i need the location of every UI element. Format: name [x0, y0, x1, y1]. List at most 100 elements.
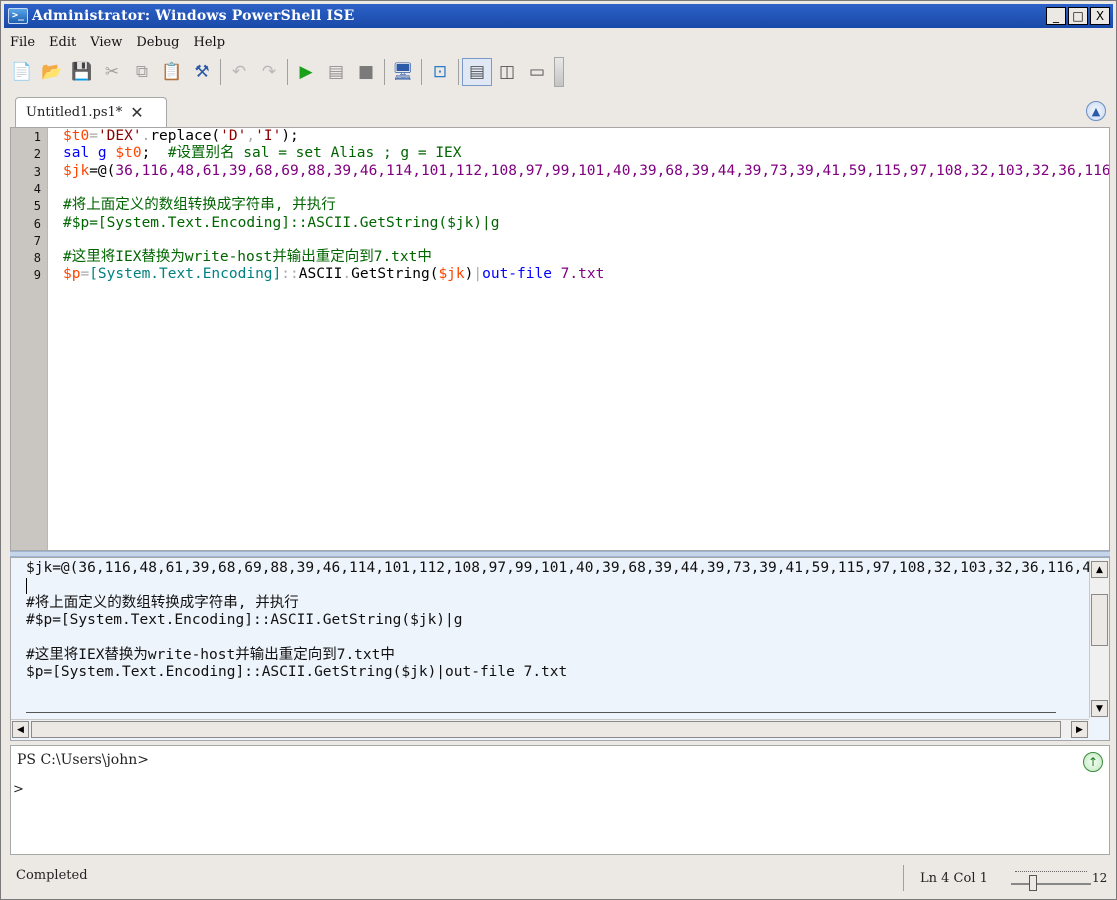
output-pane[interactable]: $jk=@(36,116,48,61,39,68,69,88,39,46,114… [10, 557, 1110, 741]
code-token: replace( [150, 128, 221, 144]
scroll-left-arrow-icon[interactable]: ◀ [12, 721, 29, 738]
scroll-down-arrow-icon[interactable]: ▼ [1091, 700, 1108, 717]
show-command-pane-icon[interactable]: ↑ [1083, 752, 1103, 772]
output-vertical-scrollbar[interactable]: ▲ ▼ [1089, 560, 1109, 718]
zoom-track-line [1011, 883, 1091, 885]
powershell-ise-window: > _ Administrator: Windows PowerShell ISE… [0, 0, 1117, 900]
zoom-slider-thumb[interactable] [1029, 875, 1037, 891]
code-token: = [89, 128, 98, 144]
toolbar: 📄 📂 💾 ✂ ⧉ 📋 ⚒ ↶ ↷ ▶ ▤ ■ 🖥 ⊡ ▤ ◫ ▭ [7, 55, 1112, 89]
minimize-button[interactable]: _ [1046, 7, 1066, 25]
code-token: #$p=[System.Text.Encoding]::ASCII.GetStr… [63, 214, 500, 231]
code-token: ); [281, 128, 299, 144]
zoom-slider[interactable] [1011, 871, 1091, 891]
tab-label: Untitled1.ps1* [26, 105, 123, 120]
code-token: #将上面定义的数组转换成字符串, 并执行 [63, 197, 336, 214]
window-title: Administrator: Windows PowerShell ISE [32, 8, 355, 24]
cut-icon[interactable]: ✂ [97, 58, 127, 86]
paste-icon[interactable]: 📋 [157, 58, 187, 86]
output-separator [26, 712, 1056, 713]
title-bar: >_ Administrator: Windows PowerShell ISE… [4, 4, 1113, 28]
copy-icon[interactable]: ⧉ [127, 58, 157, 86]
output-line: #这里将IEX替换为write-host并输出重定向到7.txt中 [26, 646, 395, 663]
menu-file[interactable]: File [4, 35, 43, 50]
command-pane[interactable]: PS C:\Users\john> > ↑ [10, 745, 1110, 855]
scroll-right-arrow-icon[interactable]: ▶ [1071, 721, 1088, 738]
close-button[interactable]: X [1090, 7, 1110, 25]
code-token: 7.txt [551, 266, 605, 283]
code-token: GetString( [351, 266, 439, 283]
code-token: | [473, 266, 483, 283]
line-number: 1 [33, 130, 41, 144]
script-editor[interactable]: 123456789 $t0='DEX'.replace('D','I'); sal… [10, 127, 1110, 551]
code-token: #设置别名 sal = set Alias ; g = IEX [167, 145, 462, 162]
code-token: . [342, 266, 352, 283]
scroll-up-arrow-icon[interactable]: ▲ [1091, 561, 1108, 578]
code-token: =@( [89, 162, 116, 179]
cursor-position: Ln 4 Col 1 [920, 871, 988, 886]
code-token: 36,116,48,61,39,68,69,88,39,46,114,101,1… [115, 162, 1110, 179]
code-line[interactable]: $p=[System.Text.Encoding]::ASCII.GetStri… [63, 266, 604, 283]
line-number: 9 [33, 268, 41, 283]
command-input[interactable]: > [13, 782, 24, 797]
code-token: [System.Text.Encoding] [89, 266, 282, 283]
menu-debug[interactable]: Debug [130, 35, 187, 50]
menu-edit[interactable]: Edit [43, 35, 84, 50]
maximize-button[interactable]: □ [1068, 7, 1088, 25]
output-line: #$p=[System.Text.Encoding]::ASCII.GetStr… [26, 611, 463, 628]
toolbar-separator [421, 59, 422, 85]
script-tab-strip: Untitled1.ps1* ✕ ▲ [7, 93, 1112, 127]
code-token: = [80, 266, 90, 283]
layout-max-icon[interactable]: ▭ [522, 58, 552, 86]
zoom-ticks [1015, 871, 1087, 877]
code-line[interactable]: #将上面定义的数组转换成字符串, 并执行 [63, 197, 336, 214]
code-line[interactable]: $t0='DEX'.replace('D','I'); [63, 128, 299, 145]
line-number: 5 [33, 199, 41, 214]
line-number-gutter: 1 2 3 4 5 6 7 8 9 [11, 128, 48, 550]
run-selection-icon[interactable]: ▤ [321, 58, 351, 86]
toolbar-separator [458, 59, 459, 85]
output-line: #将上面定义的数组转换成字符串, 并执行 [26, 594, 299, 611]
show-script-pane-icon[interactable]: ▲ [1086, 101, 1106, 121]
toolbar-separator [384, 59, 385, 85]
remote-session-icon[interactable]: 🖥 [388, 58, 418, 86]
stop-icon[interactable]: ■ [351, 58, 381, 86]
code-token: 'DEX' [97, 128, 142, 144]
line-number: 2 [33, 147, 41, 162]
code-token: $p [63, 266, 81, 283]
output-horizontal-scrollbar[interactable]: ◀ ▶ [11, 719, 1089, 738]
command-prompt: PS C:\Users\john> [17, 752, 150, 768]
code-token: , [246, 128, 256, 144]
code-line[interactable]: $jk=@(36,116,48,61,39,68,69,88,39,46,114… [63, 162, 1110, 180]
zoom-value: 12 [1092, 871, 1108, 885]
layout-top-icon[interactable]: ▤ [462, 58, 492, 86]
status-text: Completed [16, 868, 88, 883]
window-controls: _ □ X [1046, 7, 1110, 25]
run-script-icon[interactable]: ▶ [291, 58, 321, 86]
code-line[interactable]: sal g $t0; #设置别名 sal = set Alias ; g = I… [63, 145, 462, 162]
undo-icon[interactable]: ↶ [224, 58, 254, 86]
horizontal-scroll-thumb[interactable] [31, 721, 1061, 738]
clear-icon[interactable]: ⚒ [187, 58, 217, 86]
code-token: #这里将IEX替换为write-host并输出重定向到7.txt中 [63, 249, 432, 266]
powershell-console-icon[interactable]: ⊡ [425, 58, 455, 86]
menu-help[interactable]: Help [188, 35, 234, 50]
code-token: :: [281, 266, 299, 283]
tab-untitled1[interactable]: Untitled1.ps1* ✕ [15, 97, 167, 127]
new-file-icon[interactable]: 📄 [7, 58, 37, 86]
toolbar-overflow-grip[interactable] [554, 57, 564, 87]
toolbar-separator [287, 59, 288, 85]
layout-right-icon[interactable]: ◫ [492, 58, 522, 86]
vertical-scroll-thumb[interactable] [1091, 594, 1108, 646]
save-icon[interactable]: 💾 [67, 58, 97, 86]
open-folder-icon[interactable]: 📂 [37, 58, 67, 86]
code-token: sal [63, 145, 90, 162]
menu-view[interactable]: View [84, 35, 130, 50]
line-number: 7 [33, 233, 41, 248]
code-line[interactable]: #这里将IEX替换为write-host并输出重定向到7.txt中 [63, 249, 432, 266]
redo-icon[interactable]: ↷ [254, 58, 284, 86]
line-number: 8 [33, 251, 41, 266]
tab-close-icon[interactable]: ✕ [130, 103, 143, 122]
code-line[interactable]: #$p=[System.Text.Encoding]::ASCII.GetStr… [63, 215, 500, 232]
status-divider [903, 865, 904, 891]
